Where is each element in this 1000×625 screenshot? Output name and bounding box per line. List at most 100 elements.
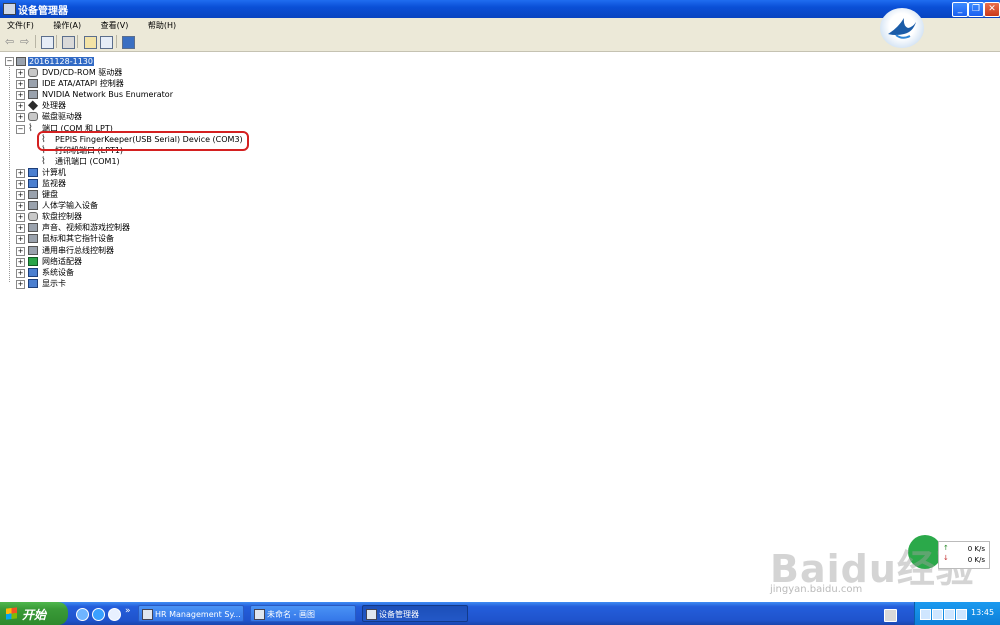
close-button[interactable]: ✕ <box>984 2 1000 17</box>
toolbar: ⇦ ⇨ <box>0 32 1000 52</box>
tree-guide-line <box>9 67 10 282</box>
task-device-manager[interactable]: 设备管理器 <box>362 605 468 622</box>
tree-item-nvidia[interactable]: NVIDIA Network Bus Enumerator <box>42 89 173 100</box>
display-adapter-icon <box>28 279 38 288</box>
sound-icon <box>28 223 38 232</box>
tree-item-dvd[interactable]: DVD/CD-ROM 驱动器 <box>42 67 122 78</box>
menu-file[interactable]: 文件(F) <box>7 20 34 31</box>
show-desktop-icon[interactable] <box>108 608 121 621</box>
tree-item-label: 通讯端口 (COM1) <box>55 157 120 166</box>
collapse-toggle[interactable]: − <box>16 125 25 134</box>
disk-drive-icon <box>28 112 38 121</box>
collapse-toggle[interactable]: − <box>5 57 14 66</box>
menu-action[interactable]: 操作(A) <box>53 20 81 31</box>
tree-item-ide[interactable]: IDE ATA/ATAPI 控制器 <box>42 78 124 89</box>
expand-toggle[interactable]: + <box>16 91 25 100</box>
tree-item-hid[interactable]: 人体学输入设备 <box>42 200 98 211</box>
tree-item-label: 声音、视频和游戏控制器 <box>42 223 130 232</box>
task-paint[interactable]: 未命名 - 画图 <box>250 605 356 622</box>
device-manager-icon <box>366 609 377 620</box>
task-label: HR Management Sy... <box>155 610 241 619</box>
start-button[interactable]: 开始 <box>0 602 68 625</box>
tree-item-keyboard[interactable]: 键盘 <box>42 189 58 200</box>
expand-toggle[interactable]: + <box>16 202 25 211</box>
back-icon[interactable]: ⇦ <box>5 36 16 47</box>
system-tray: 13:45 <box>914 602 1000 625</box>
tree-item-label: 显示卡 <box>42 279 66 288</box>
tree-root[interactable]: 20161128-1130 <box>28 56 94 67</box>
more-chevron-icon[interactable]: » <box>125 606 131 616</box>
expand-toggle[interactable]: + <box>16 235 25 244</box>
tree-item-disk[interactable]: 磁盘驱动器 <box>42 111 82 122</box>
upload-speed: 0 K/s <box>967 545 985 553</box>
task-label: 未命名 - 画图 <box>267 610 315 619</box>
tree-item-label: IDE ATA/ATAPI 控制器 <box>42 79 124 88</box>
toolbar-separator <box>35 35 36 48</box>
download-speed: 0 K/s <box>967 556 985 564</box>
tree-item-label: 鼠标和其它指针设备 <box>42 234 114 243</box>
tree-item-sound[interactable]: 声音、视频和游戏控制器 <box>42 222 130 233</box>
expand-toggle[interactable]: + <box>16 169 25 178</box>
restore-button[interactable]: ❐ <box>968 2 984 17</box>
task-label: 设备管理器 <box>379 610 419 619</box>
tree-item-monitor[interactable]: 监视器 <box>42 178 66 189</box>
scan-hardware-icon[interactable] <box>100 36 113 49</box>
usb-icon <box>28 246 38 255</box>
tree-item-usb[interactable]: 通用串行总线控制器 <box>42 245 114 256</box>
toolbar-separator <box>116 35 117 48</box>
expand-toggle[interactable]: + <box>16 213 25 222</box>
tray-network-icon[interactable] <box>932 609 943 620</box>
tree-item-net[interactable]: 网络适配器 <box>42 256 82 267</box>
minimize-button[interactable]: _ <box>952 2 968 17</box>
highlight-annotation <box>37 131 249 151</box>
network-bus-icon <box>28 90 38 99</box>
help-icon[interactable] <box>122 36 135 49</box>
ie-icon[interactable] <box>92 608 105 621</box>
menu-view[interactable]: 查看(V) <box>101 20 129 31</box>
tree-item-label: 网络适配器 <box>42 257 82 266</box>
tray-volume-icon[interactable] <box>944 609 955 620</box>
expand-toggle[interactable]: + <box>16 102 25 111</box>
expand-toggle[interactable]: + <box>16 224 25 233</box>
tree-item-label: DVD/CD-ROM 驱动器 <box>42 68 123 77</box>
tree-item-system[interactable]: 系统设备 <box>42 267 74 278</box>
language-bar-icon[interactable] <box>884 609 897 622</box>
paint-icon <box>254 609 265 620</box>
update-driver-icon[interactable] <box>84 36 97 49</box>
tree-item-floppy[interactable]: 软盘控制器 <box>42 211 82 222</box>
tree-item-com1[interactable]: 通讯端口 (COM1) <box>55 156 120 167</box>
expand-toggle[interactable]: + <box>16 80 25 89</box>
app-icon <box>142 609 153 620</box>
keyboard-icon <box>28 190 38 199</box>
expand-toggle[interactable]: + <box>16 247 25 256</box>
print-icon[interactable] <box>62 36 75 49</box>
task-hr-management[interactable]: HR Management Sy... <box>138 605 244 622</box>
watermark-url: jingyan.baidu.com <box>770 584 863 595</box>
tree-item-label: 软盘控制器 <box>42 212 82 221</box>
tree-item-computer[interactable]: 计算机 <box>42 167 66 178</box>
properties-icon[interactable] <box>41 36 54 49</box>
expand-toggle[interactable]: + <box>16 180 25 189</box>
title-bar[interactable]: 设备管理器 _ ❐ ✕ <box>0 0 1000 18</box>
expand-toggle[interactable]: + <box>16 69 25 78</box>
floppy-controller-icon <box>28 212 38 221</box>
processor-icon <box>27 100 39 111</box>
tray-security-icon[interactable] <box>956 609 967 620</box>
tree-item-mouse[interactable]: 鼠标和其它指针设备 <box>42 233 114 244</box>
expand-toggle[interactable]: + <box>16 258 25 267</box>
expand-toggle[interactable]: + <box>16 113 25 122</box>
dvd-drive-icon <box>28 68 38 77</box>
tree-item-cpu[interactable]: 处理器 <box>42 100 66 111</box>
computer-icon <box>28 168 38 177</box>
menu-help[interactable]: 帮助(H) <box>148 20 176 31</box>
ie-icon[interactable] <box>76 608 89 621</box>
tray-app-icon[interactable] <box>920 609 931 620</box>
port-icon: ⌇ <box>41 156 46 167</box>
expand-toggle[interactable]: + <box>16 269 25 278</box>
tree-item-display[interactable]: 显示卡 <box>42 278 66 289</box>
tree-item-label: 系统设备 <box>42 268 74 277</box>
monitor-icon <box>28 179 38 188</box>
expand-toggle[interactable]: + <box>16 191 25 200</box>
forward-icon[interactable]: ⇨ <box>20 36 31 47</box>
expand-toggle[interactable]: + <box>16 280 25 289</box>
